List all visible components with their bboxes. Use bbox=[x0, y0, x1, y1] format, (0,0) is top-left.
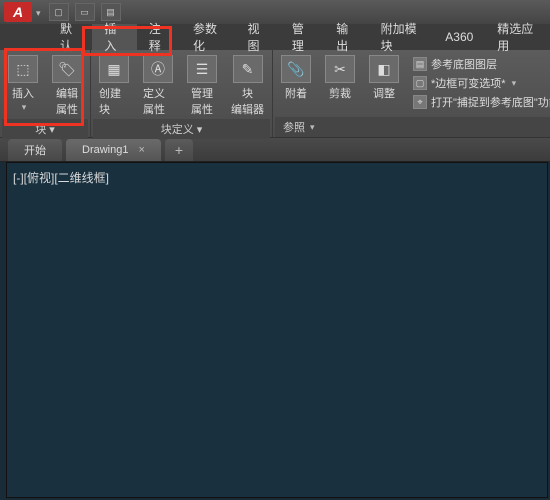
edit-attribute-icon: 🏷 bbox=[52, 55, 82, 83]
drawing-viewport[interactable]: [-][俯视][二维线框] bbox=[6, 162, 548, 498]
ribbon-tab-strip: 默认 插入 注释 参数化 视图 管理 输出 附加模块 A360 精选应用 bbox=[0, 24, 550, 50]
close-icon[interactable]: × bbox=[138, 144, 144, 156]
snap-underlay-label: 打开"捕捉到参考底图"功能 bbox=[431, 94, 550, 110]
chevron-down-icon bbox=[308, 121, 315, 133]
title-bar: A ▢ ▭ ▤ bbox=[0, 0, 550, 24]
manage-attribute-button[interactable]: ☰ 管理 属性 bbox=[181, 53, 223, 119]
tab-featured[interactable]: 精选应用 bbox=[485, 24, 550, 50]
tab-addons[interactable]: 附加模块 bbox=[369, 24, 434, 50]
ribbon-body: ⬚ 插入 🏷 编辑 属性 块 ▾ ▦ 创建块 Ⓐ 定义属性 ☰ 管理 属性 bbox=[0, 50, 550, 138]
panel-block-definition: ▦ 创建块 Ⓐ 定义属性 ☰ 管理 属性 ✎ 块 编辑器 块定义 ▾ bbox=[91, 50, 273, 137]
create-block-button[interactable]: ▦ 创建块 bbox=[93, 53, 135, 119]
frames-vary-label: *边框可变选项* bbox=[431, 75, 506, 91]
underlay-layers-button[interactable]: ▤ 参考底图图层 bbox=[407, 55, 550, 73]
qat-save-icon[interactable]: ▤ bbox=[101, 3, 121, 21]
clip-icon: ✂ bbox=[325, 55, 355, 83]
create-block-icon: ▦ bbox=[99, 55, 129, 83]
doc-tab-drawing1[interactable]: Drawing1 × bbox=[66, 139, 161, 161]
doc-tab-start[interactable]: 开始 bbox=[8, 139, 62, 161]
adjust-button[interactable]: ◧ 调整 bbox=[363, 53, 405, 103]
block-editor-icon: ✎ bbox=[233, 55, 263, 83]
tab-parametric[interactable]: 参数化 bbox=[181, 24, 236, 50]
panel-block: ⬚ 插入 🏷 编辑 属性 块 ▾ bbox=[0, 50, 91, 137]
insert-block-label: 插入 bbox=[12, 85, 34, 101]
frames-icon: ▢ bbox=[413, 76, 427, 90]
manage-attribute-label: 管理 属性 bbox=[191, 85, 213, 117]
insert-block-icon: ⬚ bbox=[8, 55, 38, 83]
define-attribute-button[interactable]: Ⓐ 定义属性 bbox=[137, 53, 179, 119]
attach-button[interactable]: 📎 附着 bbox=[275, 53, 317, 103]
block-editor-button[interactable]: ✎ 块 编辑器 bbox=[225, 53, 270, 119]
panel-reference-title[interactable]: 参照 ↘ bbox=[275, 117, 550, 137]
app-logo[interactable]: A bbox=[4, 2, 32, 22]
document-tab-strip: 开始 Drawing1 × + bbox=[0, 138, 550, 162]
doc-tab-drawing1-label: Drawing1 bbox=[82, 144, 128, 156]
quick-access-toolbar: ▢ ▭ ▤ bbox=[49, 3, 121, 21]
viewport-controls-label[interactable]: [-][俯视][二维线框] bbox=[13, 169, 109, 186]
chevron-down-icon bbox=[20, 101, 27, 113]
panel-blockdef-title[interactable]: 块定义 ▾ bbox=[93, 119, 270, 139]
underlay-layers-label: 参考底图图层 bbox=[431, 56, 497, 72]
clip-button[interactable]: ✂ 剪裁 bbox=[319, 53, 361, 103]
panel-reference: 📎 附着 ✂ 剪裁 ◧ 调整 ▤ 参考底图图层 ▢ *边框可变选项* bbox=[273, 50, 550, 137]
tab-output[interactable]: 输出 bbox=[324, 24, 368, 50]
attach-icon: 📎 bbox=[281, 55, 311, 83]
frames-vary-button[interactable]: ▢ *边框可变选项* bbox=[407, 74, 550, 92]
create-block-label: 创建块 bbox=[99, 85, 129, 117]
define-attribute-label: 定义属性 bbox=[143, 85, 173, 117]
tab-a360[interactable]: A360 bbox=[433, 24, 485, 50]
define-attribute-icon: Ⓐ bbox=[143, 55, 173, 83]
block-editor-label: 块 编辑器 bbox=[231, 85, 264, 117]
attach-label: 附着 bbox=[285, 85, 307, 101]
tab-insert[interactable]: 插入 bbox=[92, 24, 136, 50]
edit-attribute-label: 编辑 属性 bbox=[56, 85, 78, 117]
snap-underlay-button[interactable]: ⌖ 打开"捕捉到参考底图"功能 bbox=[407, 93, 550, 111]
tab-annotate[interactable]: 注释 bbox=[137, 24, 181, 50]
insert-block-button[interactable]: ⬚ 插入 bbox=[2, 53, 44, 115]
chevron-down-icon bbox=[510, 77, 517, 89]
qat-new-icon[interactable]: ▢ bbox=[49, 3, 69, 21]
reference-options-column: ▤ 参考底图图层 ▢ *边框可变选项* ⌖ 打开"捕捉到参考底图"功能 bbox=[407, 53, 550, 111]
app-menu-chevron-icon[interactable] bbox=[34, 3, 41, 21]
clip-label: 剪裁 bbox=[329, 85, 351, 101]
adjust-icon: ◧ bbox=[369, 55, 399, 83]
tab-view[interactable]: 视图 bbox=[236, 24, 280, 50]
panel-block-title[interactable]: 块 ▾ bbox=[2, 119, 88, 139]
tab-default[interactable]: 默认 bbox=[48, 24, 92, 50]
doc-tab-new[interactable]: + bbox=[165, 139, 193, 161]
underlay-layers-icon: ▤ bbox=[413, 57, 427, 71]
adjust-label: 调整 bbox=[373, 85, 395, 101]
snap-icon: ⌖ bbox=[413, 95, 427, 109]
manage-attribute-icon: ☰ bbox=[187, 55, 217, 83]
panel-reference-title-label: 参照 bbox=[283, 119, 305, 135]
tab-manage[interactable]: 管理 bbox=[280, 24, 324, 50]
edit-attribute-button[interactable]: 🏷 编辑 属性 bbox=[46, 53, 88, 119]
qat-open-icon[interactable]: ▭ bbox=[75, 3, 95, 21]
